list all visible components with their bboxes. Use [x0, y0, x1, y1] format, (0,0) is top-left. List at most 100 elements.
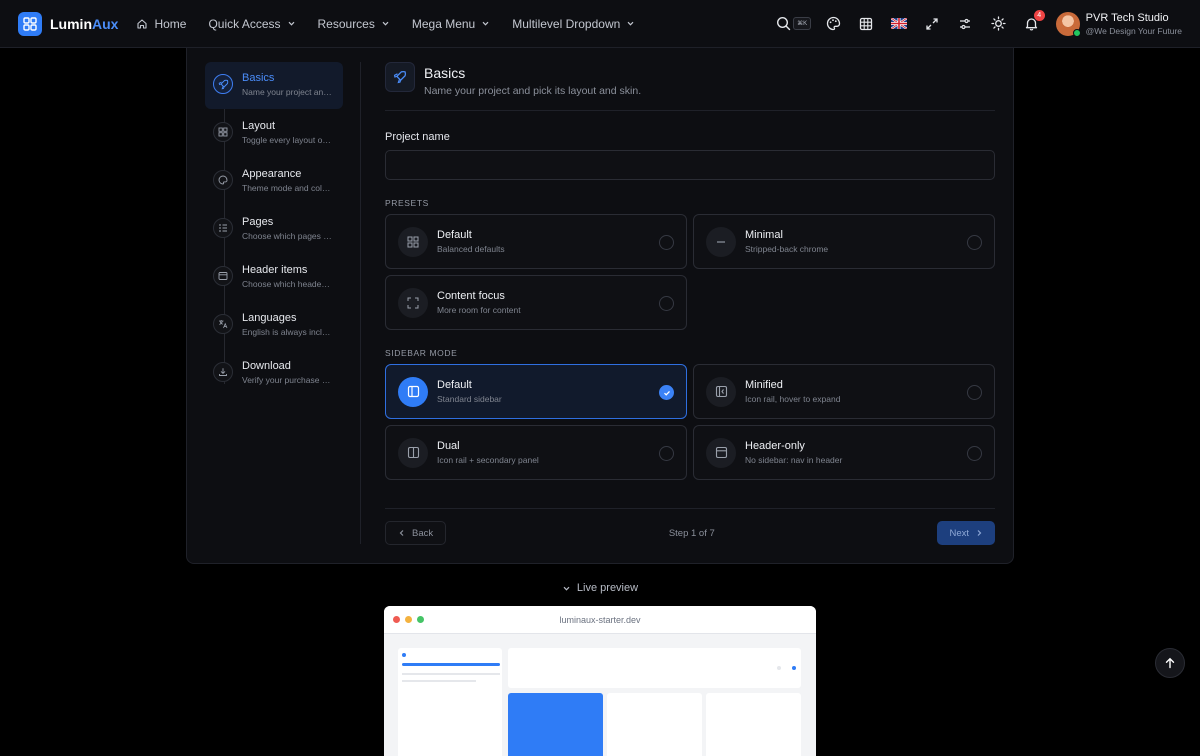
list-icon	[213, 218, 233, 238]
nav-resources-label: Resources	[317, 16, 375, 31]
top-navbar: LuminAux Home Quick Access Resources Meg…	[0, 0, 1200, 48]
step-header: Basics Name your project and pick its la…	[385, 62, 995, 111]
browser-toolbar: luminaux-starter.dev	[384, 606, 816, 634]
step-appearance[interactable]: Appearance Theme mode and colors.	[205, 158, 343, 205]
step-basics[interactable]: Basics Name your project and pick its lay…	[205, 62, 343, 109]
window-icon	[213, 266, 233, 286]
wizard-steps: Basics Name your project and pick its lay…	[205, 62, 343, 398]
preset-minimal[interactable]: Minimal Stripped-back chrome	[693, 214, 995, 269]
back-label: Back	[412, 527, 434, 539]
sidebar-mode-grid: Default Standard sidebar Minified Icon rai…	[385, 364, 995, 480]
arrow-up-icon	[1165, 657, 1175, 669]
nav-quick-access[interactable]: Quick Access	[208, 17, 295, 31]
minus-icon	[706, 226, 736, 257]
option-title: Default	[437, 379, 472, 391]
wizard-footer: Back Step 1 of 7 Next	[385, 508, 995, 545]
step-desc: English is always included.	[242, 327, 332, 337]
option-desc: More room for content	[437, 305, 521, 315]
nav-home[interactable]: Home	[136, 17, 186, 31]
check-icon[interactable]	[659, 385, 674, 400]
online-status-dot	[1072, 28, 1081, 37]
user-menu[interactable]: PVR Tech Studio @We Design Your Future	[1055, 11, 1182, 37]
step-download[interactable]: Download Verify your purchase code.	[205, 350, 343, 397]
step-title: Languages	[242, 312, 297, 324]
step-desc: Toggle every layout option.	[242, 135, 332, 145]
sun-icon	[990, 16, 1006, 31]
chevron-down-icon	[288, 21, 294, 26]
steps-divider	[360, 62, 361, 544]
step-pages[interactable]: Pages Choose which pages to include.	[205, 206, 343, 253]
preset-content-focus[interactable]: Content focus More room for content	[385, 275, 687, 330]
presets-heading: PRESETS	[385, 198, 429, 208]
option-desc: Stripped-back chrome	[745, 244, 829, 254]
sidebar-mode-default[interactable]: Default Standard sidebar	[385, 364, 687, 419]
window-icon	[706, 437, 736, 468]
notifications-button[interactable]: 4	[1015, 9, 1048, 39]
step-desc: Name your project and pick its layout an…	[242, 87, 332, 97]
nav-multilevel-dropdown-label: Multilevel Dropdown	[512, 16, 621, 31]
fullscreen-button[interactable]	[916, 9, 949, 39]
download-icon	[213, 362, 233, 382]
step-title: Header items	[242, 264, 308, 276]
grid-icon	[398, 226, 428, 257]
option-desc: No sidebar: nav in header	[745, 455, 843, 465]
language-button[interactable]	[883, 9, 916, 39]
option-desc: Standard sidebar	[437, 394, 502, 404]
preset-radio[interactable]	[967, 235, 982, 250]
chevron-down-icon	[482, 21, 489, 26]
next-label: Next	[949, 527, 969, 539]
sidebar-mode-radio[interactable]	[659, 446, 674, 461]
page-subtitle: Name your project and pick its layout an…	[424, 85, 642, 97]
nav-resources[interactable]: Resources	[318, 17, 390, 31]
brand[interactable]: LuminAux	[18, 11, 118, 36]
sidebar-mode-dual[interactable]: Dual Icon rail + secondary panel	[385, 425, 687, 480]
palette-icon	[826, 16, 840, 31]
sidebar-mode-header-only[interactable]: Header-only No sidebar: nav in header	[693, 425, 995, 480]
search-button[interactable]: ⌘K	[771, 9, 817, 39]
sidebar-mode-radio[interactable]	[967, 385, 982, 400]
preview-card	[706, 693, 801, 756]
next-button[interactable]: Next	[937, 521, 995, 545]
grid-icon	[859, 17, 873, 30]
sidebar-mode-minified[interactable]: Minified Icon rail, hover to expand	[693, 364, 995, 419]
chevron-down-icon	[563, 586, 570, 591]
sidebar-icon	[398, 376, 428, 407]
columns-icon	[398, 437, 428, 468]
project-name-label: Project name	[385, 131, 450, 143]
step-title: Basics	[242, 72, 275, 84]
preset-default[interactable]: Default Balanced defaults	[385, 214, 687, 269]
live-preview-toggle[interactable]: Live preview	[0, 582, 1200, 594]
step-layout[interactable]: Layout Toggle every layout option.	[205, 110, 343, 157]
palette-icon	[213, 170, 233, 190]
preview-card-primary	[508, 693, 603, 756]
user-tagline: @We Design Your Future	[1085, 25, 1182, 36]
chevron-right-icon	[977, 530, 982, 536]
option-title: Header-only	[745, 440, 805, 452]
preview-sidebar	[398, 648, 502, 756]
page-title: Basics	[424, 65, 466, 81]
step-languages[interactable]: Languages English is always included.	[205, 302, 343, 349]
preview-card	[607, 693, 702, 756]
sidebar-mode-heading: SIDEBAR MODE	[385, 348, 458, 358]
project-name-input[interactable]	[385, 150, 995, 180]
option-desc: Balanced defaults	[437, 244, 505, 254]
nav-quick-access-label: Quick Access	[208, 16, 281, 31]
sliders-icon	[960, 18, 971, 29]
theme-toggle-button[interactable]	[982, 9, 1015, 39]
option-desc: Icon rail, hover to expand	[745, 394, 841, 404]
settings-button[interactable]	[949, 9, 982, 39]
preset-radio[interactable]	[659, 235, 674, 250]
back-button[interactable]: Back	[385, 521, 447, 545]
scroll-to-top-button[interactable]	[1155, 648, 1185, 678]
grid-icon	[213, 122, 233, 142]
sidebar-collapse-icon	[706, 376, 736, 407]
user-name: PVR Tech Studio	[1085, 11, 1169, 24]
preview-url: luminaux-starter.dev	[559, 614, 641, 625]
preset-radio[interactable]	[659, 296, 674, 311]
step-header-items[interactable]: Header items Choose which header items to…	[205, 254, 343, 301]
theme-palette-button[interactable]	[817, 9, 850, 39]
nav-multilevel-dropdown[interactable]: Multilevel Dropdown	[512, 17, 635, 31]
apps-grid-button[interactable]	[850, 9, 883, 39]
sidebar-mode-radio[interactable]	[967, 446, 982, 461]
nav-mega-menu[interactable]: Mega Menu	[412, 17, 490, 31]
